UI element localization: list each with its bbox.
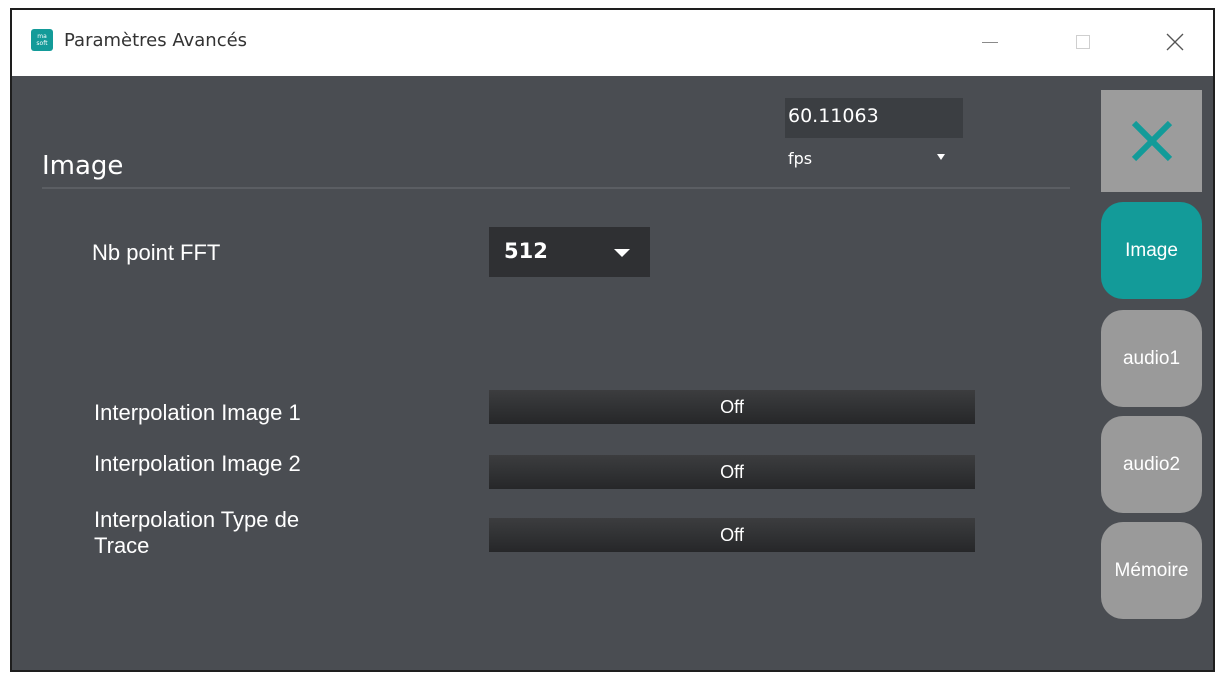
close-window-button[interactable] [1152, 22, 1198, 62]
minimize-button[interactable] [967, 22, 1013, 62]
fps-value: 60.11063 [788, 105, 879, 127]
fft-label: Nb point FFT [92, 240, 221, 265]
chevron-down-icon [614, 249, 630, 257]
interpolation-image-1-toggle[interactable]: Off [489, 390, 975, 424]
section-divider [42, 187, 1070, 189]
advanced-settings-window: ma soft Paramètres Avancés Image 60.1106… [10, 8, 1215, 672]
maximize-button[interactable] [1060, 22, 1106, 62]
fft-select[interactable]: 512 [489, 227, 650, 277]
tab-audio2[interactable]: audio2 [1101, 416, 1202, 513]
interpolation-trace-toggle[interactable]: Off [489, 518, 975, 552]
window-title: Paramètres Avancés [64, 30, 248, 51]
tab-image[interactable]: Image [1101, 202, 1202, 299]
fft-select-value: 512 [504, 239, 548, 263]
close-panel-button[interactable] [1101, 90, 1202, 192]
maximize-icon [1076, 35, 1090, 49]
interpolation-trace-label: Interpolation Type de Trace [94, 507, 299, 559]
fps-dropdown-arrow-icon[interactable] [937, 154, 945, 160]
close-icon [1166, 33, 1184, 51]
app-logo-icon: ma soft [31, 29, 53, 51]
app-logo-text: ma soft [36, 33, 48, 47]
interpolation-image-2-toggle[interactable]: Off [489, 455, 975, 489]
interpolation-trace-label-line2: Trace [94, 533, 150, 558]
interpolation-image-2-label: Interpolation Image 2 [94, 451, 301, 476]
close-panel-icon [1131, 120, 1172, 162]
section-title: Image [42, 151, 124, 181]
minimize-icon [982, 41, 998, 43]
tab-audio1[interactable]: audio1 [1101, 310, 1202, 407]
title-bar: ma soft Paramètres Avancés [12, 10, 1213, 76]
interpolation-image-1-label: Interpolation Image 1 [94, 400, 301, 425]
interpolation-trace-label-line1: Interpolation Type de [94, 507, 300, 532]
tab-memoire[interactable]: Mémoire [1101, 522, 1202, 619]
fps-unit-dropdown[interactable]: fps [788, 149, 812, 168]
